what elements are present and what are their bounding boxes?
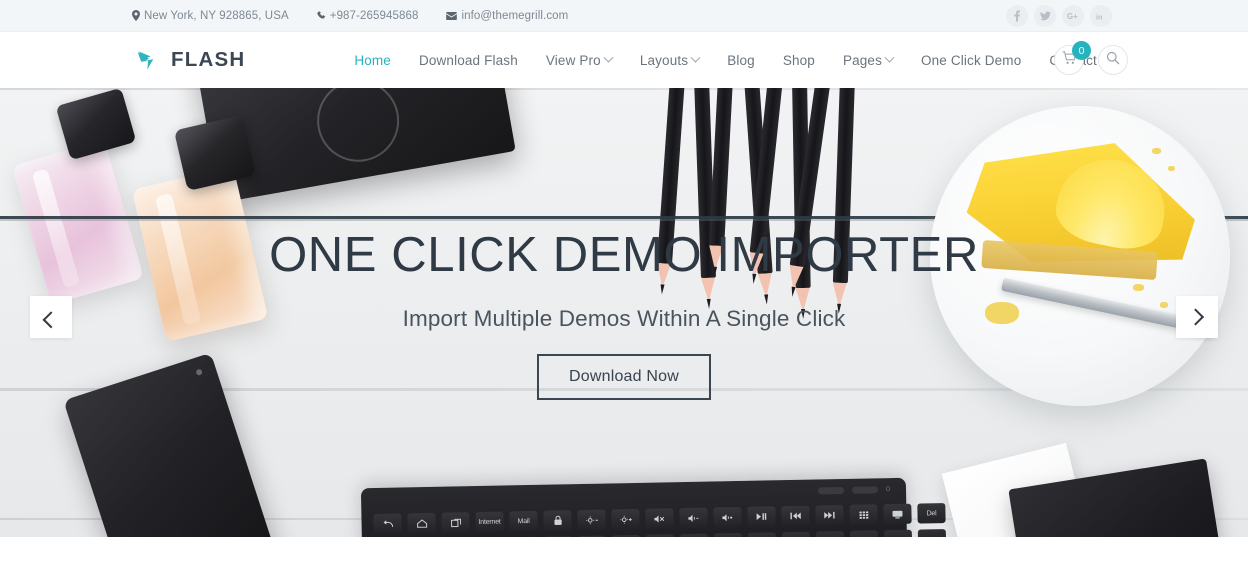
keyboard-led-label: 0 [886,486,891,494]
crumb [1152,148,1161,154]
nav-item-one-click-demo-label: One Click Demo [920,52,1022,68]
key-calculator [849,504,878,525]
nav-item-one-click-demo[interactable]: One Click Demo [907,47,1035,74]
nav-item-download-flash[interactable]: Download Flash [405,47,532,74]
slider-prev-button[interactable] [30,296,72,338]
nav-item-home-label: Home [354,52,391,68]
key-volume-up [713,506,742,528]
plank-seam [0,88,1248,90]
contact-address-text: New York, NY 928865, USA [144,9,289,22]
header-actions: 0 [1054,41,1128,75]
page-root: New York, NY 928865, USA +987-265945868 … [0,0,1248,587]
nav-item-shop-label: Shop [782,52,815,68]
svg-text:in: in [1096,12,1102,21]
chevron-right-icon [1187,308,1205,326]
crumb [1168,166,1175,171]
search-icon [1106,51,1120,70]
chevron-left-icon [42,311,60,329]
key-mute [645,508,674,529]
nav-item-blog-label: Blog [727,52,755,68]
key-mail: Mail [509,510,538,532]
chevron-down-icon [690,52,701,63]
key-del: Del [917,503,946,524]
top-bar-contact-info: New York, NY 928865, USA +987-265945868 … [132,10,568,22]
chevron-down-icon [884,52,895,63]
keyboard-indicator-pill [852,486,879,494]
contact-email[interactable]: info@themegrill.com [446,10,568,22]
chevron-down-icon [603,52,614,63]
keyboard-indicators: 0 [818,486,891,495]
social-links: G+ in [1006,0,1112,32]
nav-item-pages[interactable]: Pages [829,47,907,74]
key-home [407,512,436,534]
social-linkedin-icon[interactable]: in [1090,5,1112,27]
social-google-plus-icon[interactable]: G+ [1062,5,1084,27]
nav-item-download-flash-label: Download Flash [418,52,518,68]
keyboard-key [883,529,913,537]
key-lock [543,510,572,531]
keyboard-function-row: Internet Mail Del [373,503,946,535]
slider-next-button[interactable] [1176,296,1218,338]
main-navigation: Home Download Flash View Pro Layouts Blo… [340,47,1111,74]
crumb [1133,284,1144,291]
contact-phone-text: +987-265945868 [329,9,419,22]
key-recent-apps [441,512,470,533]
download-now-button[interactable]: Download Now [536,354,712,400]
key-screen [883,503,912,525]
keyboard-key [917,529,947,537]
site-logo-text: FLASH [171,48,246,71]
key-back [373,513,402,535]
hero-subtitle: Import Multiple Demos Within A Single Cl… [402,306,846,331]
nav-item-view-pro[interactable]: View Pro [532,47,626,74]
svg-text:G+: G+ [1067,12,1078,21]
key-internet: Internet [475,511,504,533]
nav-item-shop[interactable]: Shop [769,47,829,74]
nav-item-view-pro-label: View Pro [545,52,601,68]
hero-title: ONE CLICK DEMO IMPORTER [269,228,979,282]
key-brightness-down [577,509,606,531]
social-facebook-icon[interactable] [1006,5,1028,27]
key-previous-track [781,505,810,527]
nav-item-blog[interactable]: Blog [713,47,769,74]
key-next-track [815,504,844,526]
keyboard-indicator-pill [818,486,845,495]
envelope-icon [446,11,458,20]
nav-item-layouts[interactable]: Layouts [626,47,713,74]
key-brightness-up [611,508,640,530]
top-bar: New York, NY 928865, USA +987-265945868 … [0,0,1248,32]
site-logo[interactable]: FLASH [136,47,245,73]
map-marker-icon [132,10,140,21]
phone-icon [317,11,326,20]
nav-item-pages-label: Pages [842,52,882,68]
key-play-pause [747,506,776,527]
pencil [709,88,733,247]
contact-email-text: info@themegrill.com [461,9,569,22]
hero-slider: 0 Internet Mail Del ONE CLICK DEMO IMPOR… [0,88,1248,537]
site-header: FLASH Home Download Flash View Pro Layou… [0,32,1248,88]
key-volume-down [679,507,708,529]
nav-item-home[interactable]: Home [340,47,405,74]
contact-phone[interactable]: +987-265945868 [317,10,419,22]
social-twitter-icon[interactable] [1034,5,1056,27]
nav-item-layouts-label: Layouts [639,52,689,68]
contact-address: New York, NY 928865, USA [132,10,289,22]
search-button[interactable] [1098,45,1128,75]
cart-count-badge: 0 [1072,41,1091,60]
page-content-below-fold [0,537,1248,587]
flash-bird-logo-icon [136,47,162,73]
keyboard: 0 Internet Mail Del [360,477,947,537]
keyboard-key [849,530,879,537]
cart-button[interactable]: 0 [1054,41,1091,75]
